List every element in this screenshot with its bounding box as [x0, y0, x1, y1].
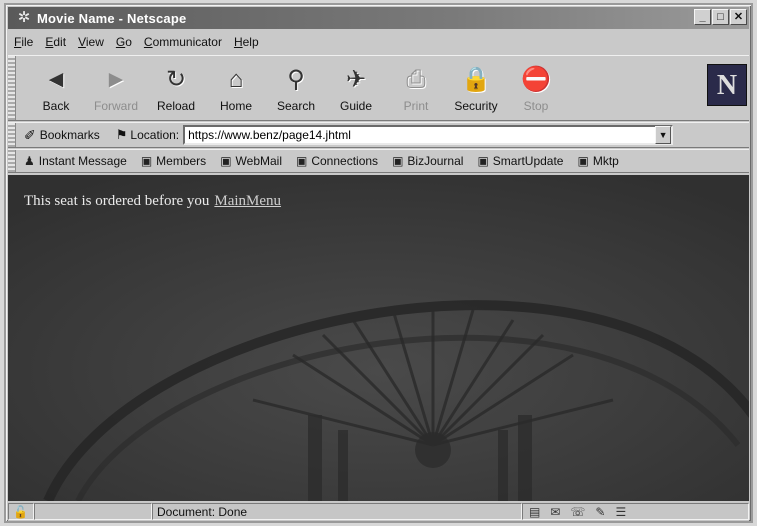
webmail-bookmark[interactable]: ▣ WebMail [220, 154, 282, 168]
bookmark-page-icon: ▣ [296, 154, 308, 168]
forward-label: Forward [93, 99, 138, 113]
minimize-button[interactable]: _ [694, 9, 711, 25]
window-title: Movie Name - Netscape [37, 10, 187, 26]
main-menu-link[interactable]: MainMenu [214, 193, 281, 209]
members-label: Members [156, 154, 207, 168]
print-label: Print [403, 99, 429, 113]
security-status-cell[interactable]: 🔓 [8, 503, 34, 520]
guide-label: Guide [339, 99, 373, 113]
location-page-icon[interactable]: ⚑ [116, 127, 128, 143]
toolbar-grip[interactable] [8, 150, 16, 172]
netscape-app-icon: ✲ [17, 9, 31, 26]
maximize-button[interactable]: □ [712, 9, 729, 25]
window-controls: _ □ ✕ [694, 9, 747, 25]
mktp-label: Mktp [592, 154, 619, 168]
menu-view[interactable]: View [78, 35, 104, 49]
status-text-cell: Document: Done [152, 503, 522, 520]
toolbar-grip[interactable] [8, 56, 16, 120]
navigation-toolbar: ◄ Back ► Forward ↻ Reload ⌂ Home ⚲ Searc… [8, 55, 749, 121]
lock-icon: 🔒 [461, 66, 491, 93]
location-label: ⚑ Location: [116, 127, 179, 143]
bookmarks-label: Bookmarks [39, 128, 100, 142]
personal-toolbar: ♟ Instant Message ▣ Members ▣ WebMail ▣ … [8, 149, 749, 173]
location-label-text: Location: [130, 128, 180, 142]
browser-window: ✲ Movie Name - Netscape _ □ ✕ File Edit … [4, 3, 753, 523]
back-button[interactable]: ◄ Back [26, 63, 86, 113]
status-bar: 🔓 Document: Done ▤ ✉ ☏ ✎ ☰ [8, 502, 749, 521]
bookmarks-button[interactable]: ✐ Bookmarks [24, 127, 100, 144]
security-button[interactable]: 🔒 Security [446, 63, 506, 113]
search-icon: ⚲ [287, 66, 305, 93]
progress-cell [34, 503, 152, 520]
forward-button[interactable]: ► Forward [86, 63, 146, 113]
background-seal-graphic [8, 175, 749, 501]
menu-file[interactable]: File [14, 35, 33, 49]
address-book-icon[interactable]: ☰ [615, 505, 626, 519]
instant-message-button[interactable]: ♟ Instant Message [24, 154, 127, 168]
seat-message-text: This seat is ordered before you [24, 193, 210, 209]
smartupdate-label: SmartUpdate [492, 154, 564, 168]
mktp-bookmark[interactable]: ▣ Mktp [577, 154, 618, 168]
reload-icon: ↻ [165, 66, 187, 93]
mail-icon[interactable]: ✉ [550, 505, 560, 519]
reload-button[interactable]: ↻ Reload [146, 63, 206, 113]
bookmarks-icon: ✐ [24, 126, 36, 143]
netscape-logo[interactable]: N [707, 64, 747, 106]
bookmark-page-icon: ▣ [140, 154, 153, 168]
close-button[interactable]: ✕ [730, 9, 747, 25]
status-text: Document: Done [157, 504, 248, 519]
connections-bookmark[interactable]: ▣ Connections [296, 154, 378, 168]
webmail-label: WebMail [235, 154, 282, 168]
stop-button[interactable]: ⛔ Stop [506, 63, 566, 113]
home-button[interactable]: ⌂ Home [206, 63, 266, 113]
composer-icon[interactable]: ✎ [595, 505, 605, 519]
component-bar: ▤ ✉ ☏ ✎ ☰ [522, 503, 749, 520]
location-toolbar: ✐ Bookmarks ⚑ Location: ▼ [8, 122, 749, 148]
stop-icon: ⛔ [521, 66, 551, 93]
menu-go[interactable]: Go [116, 35, 132, 49]
padlock-icon: 🔓 [13, 504, 28, 519]
back-label: Back [42, 99, 70, 113]
stop-label: Stop [523, 99, 549, 113]
seat-message: This seat is ordered before you MainMenu [24, 193, 281, 210]
navigator-icon[interactable]: ▤ [529, 505, 540, 519]
menu-communicator[interactable]: Communicator [144, 35, 222, 49]
bookmark-page-icon: ▣ [220, 154, 232, 168]
newsgroups-icon[interactable]: ☏ [570, 505, 585, 519]
bookmark-page-icon: ▣ [577, 154, 589, 168]
url-input[interactable] [183, 125, 674, 145]
members-bookmark[interactable]: ▣ Members [141, 154, 206, 168]
person-icon: ♟ [24, 154, 35, 168]
menu-help[interactable]: Help [234, 35, 259, 49]
search-button[interactable]: ⚲ Search [266, 63, 326, 113]
security-label: Security [454, 99, 498, 113]
forward-arrow-icon: ► [104, 66, 128, 93]
title-bar: ✲ Movie Name - Netscape _ □ ✕ [8, 7, 749, 29]
reload-label: Reload [156, 99, 196, 113]
url-dropdown-button[interactable]: ▼ [655, 126, 672, 144]
search-label: Search [276, 99, 316, 113]
toolbar-grip[interactable] [8, 123, 16, 147]
bizjournal-label: BizJournal [407, 154, 464, 168]
guide-button[interactable]: ✈ Guide [326, 63, 386, 113]
back-arrow-icon: ◄ [44, 66, 68, 93]
page-content: This seat is ordered before you MainMenu [8, 175, 749, 501]
home-icon: ⌂ [228, 66, 244, 93]
instant-message-label: Instant Message [38, 154, 127, 168]
connections-label: Connections [311, 154, 379, 168]
bookmark-page-icon: ▣ [392, 154, 404, 168]
guide-icon: ✈ [345, 66, 367, 93]
bizjournal-bookmark[interactable]: ▣ BizJournal [392, 154, 463, 168]
smartupdate-bookmark[interactable]: ▣ SmartUpdate [477, 154, 563, 168]
bookmark-page-icon: ▣ [477, 154, 489, 168]
home-label: Home [219, 99, 252, 113]
print-button[interactable]: ⎙ Print [386, 63, 446, 113]
print-icon: ⎙ [406, 66, 426, 93]
menu-edit[interactable]: Edit [45, 35, 66, 49]
menu-bar: File Edit View Go Communicator Help [8, 31, 749, 53]
